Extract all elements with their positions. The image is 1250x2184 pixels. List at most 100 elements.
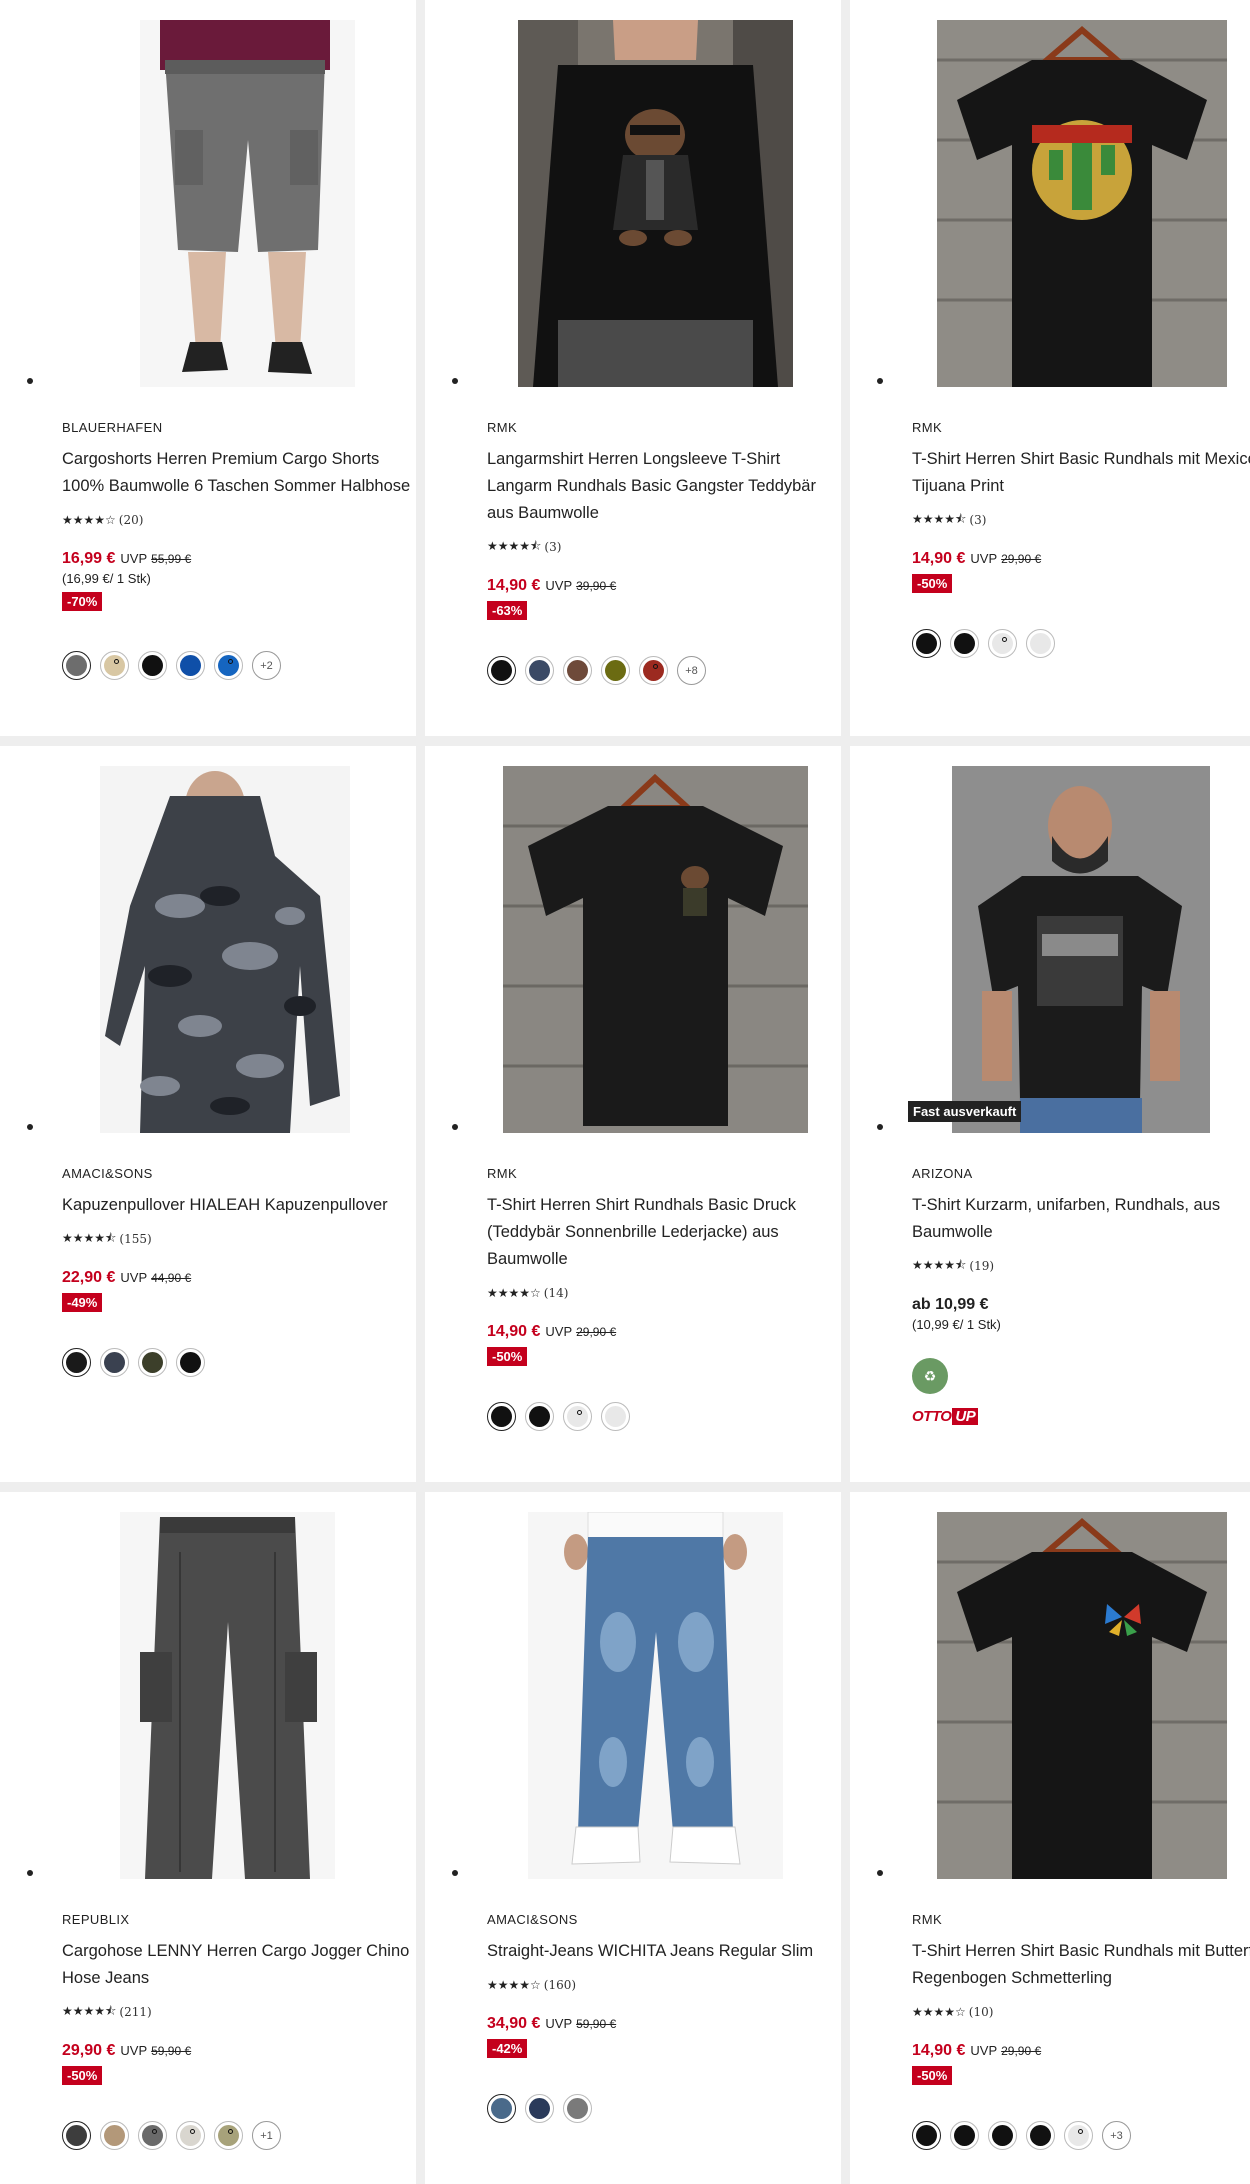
product-brand: RMK bbox=[487, 1166, 518, 1181]
rating-count: (10) bbox=[968, 2005, 994, 2019]
color-swatch[interactable] bbox=[100, 1348, 129, 1377]
rating-stars-icon: ★★★★⯪ bbox=[912, 511, 967, 526]
color-swatch[interactable] bbox=[601, 656, 630, 685]
product-title[interactable]: Langarmshirt Herren Longsleeve T-Shirt L… bbox=[487, 446, 841, 527]
product-title[interactable]: T-Shirt Kurzarm, unifarben, Rundhals, au… bbox=[912, 1192, 1250, 1246]
product-brand: RMK bbox=[912, 1912, 943, 1927]
product-title[interactable]: T-Shirt Herren Shirt Rundhals Basic Druc… bbox=[487, 1192, 841, 1273]
product-card[interactable]: RMK T-Shirt Herren Shirt Basic Rundhals … bbox=[850, 1492, 1250, 2184]
uvp-label: UVP bbox=[970, 551, 998, 566]
rating-count: (155) bbox=[119, 1232, 152, 1246]
rating-stars-icon: ★★★★⯪ bbox=[487, 538, 542, 553]
color-swatch[interactable] bbox=[487, 1402, 516, 1431]
product-card[interactable]: REPUBLIX Cargohose LENNY Herren Cargo Jo… bbox=[0, 1492, 416, 2184]
product-title[interactable]: Cargoshorts Herren Premium Cargo Shorts … bbox=[62, 446, 416, 500]
color-swatch[interactable] bbox=[988, 629, 1017, 658]
product-image-tijuana-shirt[interactable] bbox=[937, 20, 1227, 387]
old-price: 59,90 € bbox=[576, 2017, 617, 2031]
product-price: 14,90 € bbox=[912, 2042, 966, 2059]
product-card[interactable]: RMK Langarmshirt Herren Longsleeve T-Shi… bbox=[425, 0, 841, 736]
color-swatch[interactable] bbox=[912, 629, 941, 658]
color-swatches bbox=[487, 2094, 841, 2123]
product-title[interactable]: T-Shirt Herren Shirt Basic Rundhals mit … bbox=[912, 446, 1250, 500]
more-colors-button[interactable]: +8 bbox=[677, 656, 706, 685]
product-price: ab 10,99 € bbox=[912, 1296, 989, 1313]
color-swatch[interactable] bbox=[1026, 629, 1055, 658]
product-title[interactable]: Cargohose LENNY Herren Cargo Jogger Chin… bbox=[62, 1938, 416, 1992]
color-swatch[interactable] bbox=[214, 651, 243, 680]
color-swatch[interactable] bbox=[1064, 2121, 1093, 2150]
product-image-cargo-pants[interactable] bbox=[120, 1512, 335, 1879]
product-brand: RMK bbox=[912, 420, 943, 435]
color-swatch[interactable] bbox=[487, 656, 516, 685]
discount-badge: -49% bbox=[62, 1293, 103, 1312]
product-price: 29,90 € bbox=[62, 2042, 116, 2059]
product-image-cargo-shorts[interactable] bbox=[140, 20, 355, 387]
more-colors-button[interactable]: +3 bbox=[1102, 2121, 1131, 2150]
product-card[interactable]: RMK T-Shirt Herren Shirt Basic Rundhals … bbox=[850, 0, 1250, 736]
product-card[interactable]: AMACI&SONS Straight-Jeans WICHITA Jeans … bbox=[425, 1492, 841, 2184]
rating-stars-icon: ★★★★⯪ bbox=[62, 1230, 117, 1245]
product-image-camo-hoodie[interactable] bbox=[100, 766, 350, 1133]
color-swatch[interactable] bbox=[138, 651, 167, 680]
product-title[interactable]: Kapuzenpullover HIALEAH Kapuzenpullover bbox=[62, 1192, 416, 1219]
discount-badge: -70% bbox=[62, 592, 103, 611]
product-image-teddy-shirt[interactable] bbox=[503, 766, 808, 1133]
rating-count: (160) bbox=[543, 1978, 577, 1992]
color-swatch[interactable] bbox=[138, 2121, 167, 2150]
color-swatch[interactable] bbox=[62, 2121, 91, 2150]
color-swatch[interactable] bbox=[525, 656, 554, 685]
product-image-longsleeve[interactable] bbox=[518, 20, 793, 387]
color-swatch[interactable] bbox=[988, 2121, 1017, 2150]
product-card[interactable]: RMK T-Shirt Herren Shirt Rundhals Basic … bbox=[425, 746, 841, 1482]
rating-stars-icon: ★★★★☆ bbox=[487, 1286, 541, 1300]
uvp-label: UVP bbox=[970, 2043, 998, 2058]
color-swatch[interactable] bbox=[176, 2121, 205, 2150]
color-swatch[interactable] bbox=[950, 629, 979, 658]
uvp-label: UVP bbox=[120, 551, 148, 566]
product-brand: REPUBLIX bbox=[62, 1912, 130, 1927]
color-swatch[interactable] bbox=[601, 1402, 630, 1431]
color-swatch[interactable] bbox=[100, 651, 129, 680]
color-swatch[interactable] bbox=[176, 651, 205, 680]
rating-stars-icon: ★★★★☆ bbox=[487, 1978, 541, 1992]
color-swatch[interactable] bbox=[563, 2094, 592, 2123]
color-swatch[interactable] bbox=[912, 2121, 941, 2150]
product-image-jeans[interactable] bbox=[528, 1512, 783, 1879]
product-image-butterfly-shirt[interactable] bbox=[937, 1512, 1227, 1879]
color-swatch[interactable] bbox=[563, 1402, 592, 1431]
uvp-label: UVP bbox=[120, 2043, 148, 2058]
color-swatch[interactable] bbox=[214, 2121, 243, 2150]
product-image-arizona-shirt[interactable] bbox=[952, 766, 1210, 1133]
color-swatch[interactable] bbox=[950, 2121, 979, 2150]
rating-count: (3) bbox=[544, 540, 562, 554]
color-swatch[interactable] bbox=[487, 2094, 516, 2123]
more-colors-button[interactable]: +2 bbox=[252, 651, 281, 680]
product-card[interactable]: AMACI&SONS Kapuzenpullover HIALEAH Kapuz… bbox=[0, 746, 416, 1482]
color-swatches bbox=[487, 1402, 841, 1431]
color-swatch[interactable] bbox=[525, 2094, 554, 2123]
product-rating: ★★★★⯪ (3) bbox=[487, 539, 841, 555]
product-title[interactable]: T-Shirt Herren Shirt Basic Rundhals mit … bbox=[912, 1938, 1250, 1992]
more-colors-button[interactable]: +1 bbox=[252, 2121, 281, 2150]
color-swatch[interactable] bbox=[138, 1348, 167, 1377]
color-swatch[interactable] bbox=[525, 1402, 554, 1431]
color-swatch[interactable] bbox=[563, 656, 592, 685]
product-rating: ★★★★⯪ (155) bbox=[62, 1231, 416, 1247]
color-swatch[interactable] bbox=[62, 1348, 91, 1377]
color-swatch[interactable] bbox=[1026, 2121, 1055, 2150]
discount-badge: -63% bbox=[487, 601, 528, 620]
rating-count: (20) bbox=[118, 513, 144, 527]
product-rating: ★★★★☆ (10) bbox=[912, 2004, 1250, 2020]
color-swatch[interactable] bbox=[639, 656, 668, 685]
color-swatch[interactable] bbox=[176, 1348, 205, 1377]
product-card[interactable]: BLAUERHAFEN Cargoshorts Herren Premium C… bbox=[0, 0, 416, 736]
color-swatch[interactable] bbox=[100, 2121, 129, 2150]
otto-up-logo-mark: UP bbox=[952, 1408, 979, 1425]
list-bullet bbox=[27, 1870, 33, 1876]
product-title[interactable]: Straight-Jeans WICHITA Jeans Regular Sli… bbox=[487, 1938, 841, 1965]
color-swatch[interactable] bbox=[62, 651, 91, 680]
color-swatches: +3 bbox=[912, 2121, 1250, 2150]
otto-up-logo-text: OTTO bbox=[912, 1408, 952, 1425]
product-card[interactable]: Fast ausverkauft ARIZONA T-Shirt Kurzarm… bbox=[850, 746, 1250, 1482]
